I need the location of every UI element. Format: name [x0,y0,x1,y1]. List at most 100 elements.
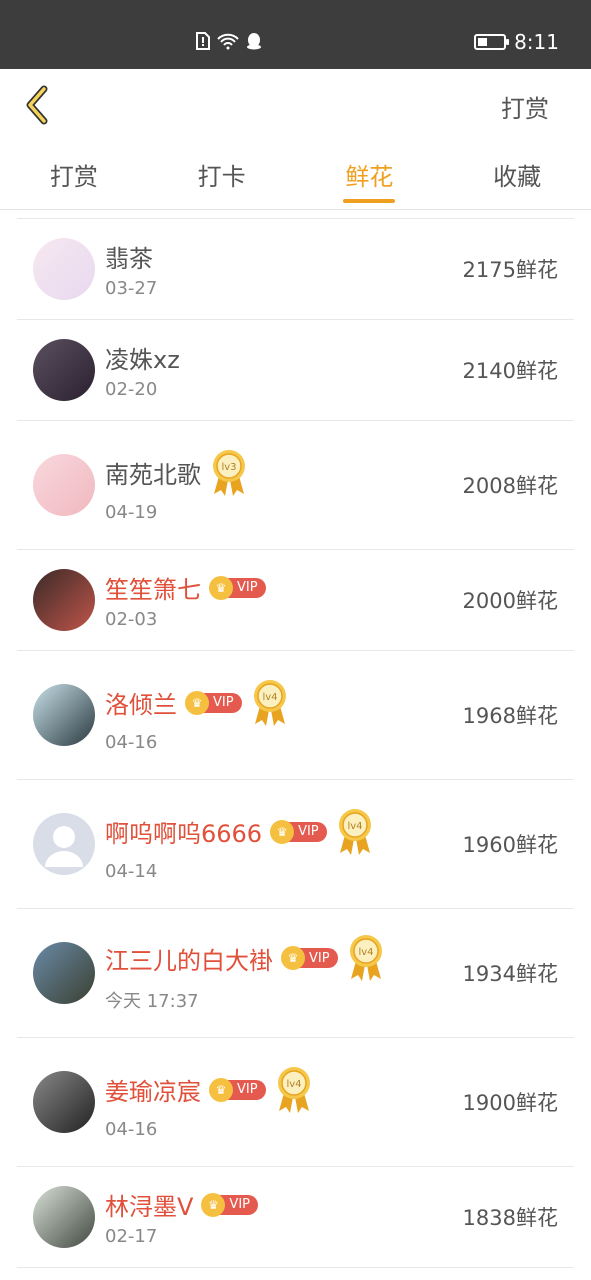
vip-label: VIP [298,824,319,839]
name-line: 江三儿的白大褂 ♛ VIP lv4 [105,933,463,983]
vip-badge: ♛ VIP [270,819,327,844]
back-arrow-icon[interactable] [22,85,54,125]
crown-icon: ♛ [201,1192,226,1217]
user-name: 姜瑜凉宸 [105,1078,201,1106]
name-line: 林浔墨V ♛ VIP [105,1187,463,1222]
name-line: 凌姝xz [105,340,463,375]
list-item[interactable]: 南苑北歌 lv3 04-19 2008鲜花 [17,420,574,549]
tab-flowers[interactable]: 鲜花 [296,139,444,209]
level-medal-icon: lv4 [338,808,371,855]
avatar[interactable] [33,569,95,631]
level-text: lv4 [358,947,373,958]
avatar[interactable] [33,813,95,875]
user-name: 南苑北歌 [105,461,201,489]
status-right: 8:11 [474,30,559,54]
list-item[interactable]: 凌姝xz 02-20 2140鲜花 [17,319,574,420]
vip-badge: ♛ VIP [185,690,242,715]
vip-badge: ♛ VIP [201,1192,258,1217]
vip-label: VIP [309,950,330,966]
user-name: 翡茶 [105,245,153,273]
date: 02-20 [105,379,158,400]
list-item[interactable]: 姜瑜凉宸 ♛ VIP lv4 04-16 1900鲜花 [17,1037,574,1166]
status-icons [196,32,262,50]
list-item[interactable]: 啊呜啊呜6666 ♛ VIP lv4 04-14 1960鲜花 [17,779,574,908]
flower-amount: 2000鲜花 [462,589,558,613]
user-name: 凌姝xz [105,346,180,374]
user-info: 洛倾兰 ♛ VIP lv4 04-16 [105,678,463,753]
avatar[interactable] [33,238,95,300]
crown-icon: ♛ [209,575,233,600]
crown-icon: ♛ [270,819,295,844]
user-name: 江三儿的白大褂 [105,946,273,975]
avatar[interactable] [33,942,95,1004]
user-info: 江三儿的白大褂 ♛ VIP lv4 今天 17:37 [105,933,463,1013]
list-item[interactable]: 林浔墨V ♛ VIP 02-17 1838鲜花 [17,1166,574,1267]
flower-amount: 1934鲜花 [462,962,558,986]
name-line: 翡茶 [105,239,463,274]
tab-bar: 打赏 打卡 鲜花 收藏 [0,139,591,210]
level-text: lv4 [262,692,277,703]
user-info: 南苑北歌 lv3 04-19 [105,448,463,523]
level-medal-icon: lv3 [213,449,245,496]
level-medal-icon: lv4 [349,935,382,981]
date: 04-16 [105,731,158,753]
date: 04-19 [105,501,158,523]
wifi-icon [217,33,239,50]
vip-badge: ♛ VIP [209,575,266,600]
user-name: 林浔墨V [105,1193,194,1221]
avatar[interactable] [33,454,95,516]
status-time: 8:11 [514,30,559,54]
level-text: lv4 [347,821,362,832]
level-medal-icon: lv4 [277,1066,310,1113]
vip-label: VIP [237,1082,258,1097]
date: 02-17 [105,1226,158,1247]
user-info: 笙笙箫七 ♛ VIP 02-03 [105,570,463,630]
user-info: 林浔墨V ♛ VIP 02-17 [105,1187,463,1247]
list-item[interactable]: 洛倾兰 ♛ VIP lv4 04-16 1968鲜花 [17,650,574,779]
vip-badge: ♛ VIP [281,946,338,970]
tab-checkin[interactable]: 打卡 [148,139,296,209]
flower-amount: 1968鲜花 [462,704,558,728]
reward-button[interactable]: 打赏 [501,89,549,124]
user-info: 凌姝xz 02-20 [105,340,463,400]
ranking-list: 翡茶 03-27 2175鲜花凌姝xz 02-20 2140鲜花南苑北歌 lv3 04-19… [0,218,591,1268]
battery-icon [474,34,510,50]
date: 03-27 [105,278,158,299]
name-line: 南苑北歌 lv3 [105,448,463,498]
crown-icon: ♛ [209,1077,233,1102]
user-info: 翡茶 03-27 [105,239,463,299]
tab-favorites[interactable]: 收藏 [443,139,591,209]
vip-label: VIP [237,580,258,595]
date: 02-03 [105,609,158,630]
vip-label: VIP [229,1197,250,1212]
user-name: 洛倾兰 [105,691,177,719]
level-text: lv3 [221,462,236,473]
level-medal-icon: lv4 [253,679,286,726]
user-info: 姜瑜凉宸 ♛ VIP lv4 04-16 [105,1065,463,1140]
name-line: 笙笙箫七 ♛ VIP [105,570,463,605]
name-line: 姜瑜凉宸 ♛ VIP lv4 [105,1065,463,1115]
avatar[interactable] [33,684,95,746]
tab-reward[interactable]: 打赏 [0,139,148,209]
flower-amount: 1838鲜花 [462,1206,558,1230]
user-name: 笙笙箫七 [105,576,201,604]
avatar[interactable] [33,1071,95,1133]
default-avatar-icon [45,826,83,867]
list-item[interactable]: 翡茶 03-27 2175鲜花 [17,218,574,319]
flower-amount: 2008鲜花 [462,474,558,498]
date: 今天 17:37 [105,991,199,1012]
date: 04-16 [105,1118,158,1140]
user-info: 啊呜啊呜6666 ♛ VIP lv4 04-14 [105,807,463,882]
name-line: 啊呜啊呜6666 ♛ VIP lv4 [105,807,463,857]
avatar[interactable] [33,1186,95,1248]
list-item[interactable]: 江三儿的白大褂 ♛ VIP lv4 今天 17:37 1934鲜花 [17,908,574,1037]
list-item[interactable]: 笙笙箫七 ♛ VIP 02-03 2000鲜花 [17,549,574,650]
crown-icon: ♛ [281,946,305,970]
flower-amount: 2140鲜花 [462,359,558,383]
list-divider [17,1267,574,1268]
avatar[interactable] [33,339,95,401]
qq-icon [247,33,261,50]
crown-icon: ♛ [185,690,209,715]
flower-amount: 1960鲜花 [462,833,558,857]
flower-amount: 2175鲜花 [462,258,558,282]
